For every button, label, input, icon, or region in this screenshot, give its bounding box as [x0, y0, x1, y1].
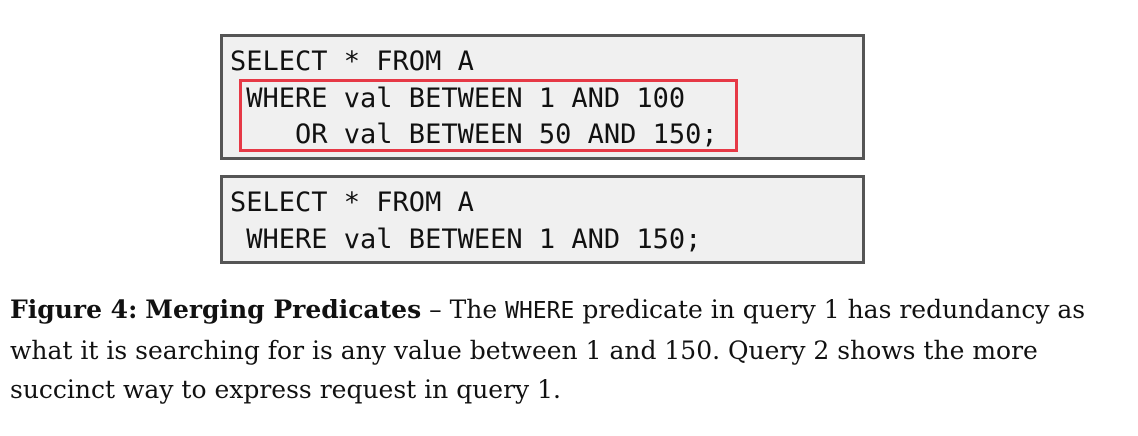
query-2-line-2: WHERE val BETWEEN 1 AND 150;	[230, 224, 702, 255]
figure-caption: Figure 4: Merging Predicates – The WHERE…	[10, 290, 1130, 409]
figure-label: Figure 4:	[10, 295, 138, 324]
query-1-code-box: SELECT * FROM A WHERE val BETWEEN 1 AND …	[220, 34, 865, 160]
query-1-line-1: SELECT * FROM A	[230, 46, 474, 77]
query-2-line-1: SELECT * FROM A	[230, 187, 474, 218]
redundant-predicate-highlight	[239, 79, 738, 152]
caption-dash: –	[429, 295, 442, 324]
caption-code-word: WHERE	[505, 298, 575, 324]
figure-title: Merging Predicates	[145, 295, 422, 324]
query-2-code-box: SELECT * FROM A WHERE val BETWEEN 1 AND …	[220, 175, 865, 264]
caption-text-before: The	[449, 295, 498, 324]
